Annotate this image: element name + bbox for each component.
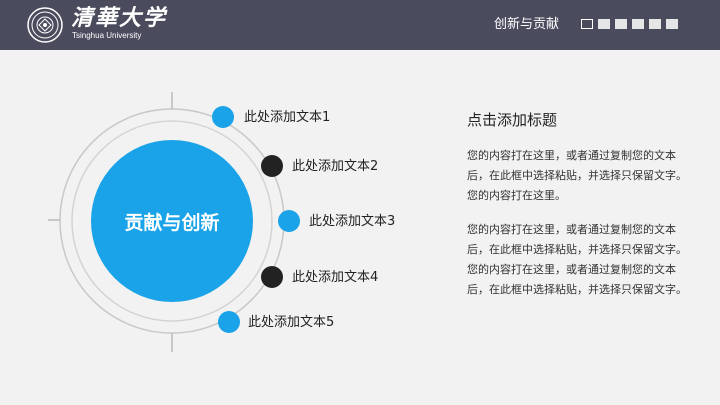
content-paragraph-2: 您的内容打在这里，或者通过复制您的文本后，在此框中选择粘贴，并选择只保留文字。您… [467,223,687,296]
item-label-4: 此处添加文本4 [292,270,379,285]
progress-square [598,19,610,29]
item-dot-3 [278,210,300,232]
item-dot-4 [261,266,283,288]
item-dot-2 [261,155,283,177]
content-title: 点击添加标题 [467,111,558,129]
section-title: 创新与贡献 [494,17,560,32]
tsinghua-seal-icon [27,7,63,43]
item-dot-1 [212,106,234,128]
progress-square [632,19,644,29]
content-paragraph-1: 您的内容打在这里，或者通过复制您的文本后，在此框中选择粘贴，并选择只保留文字。您… [467,149,687,202]
logo-chinese-name: 清華大学 [71,5,168,31]
center-label: 贡献与创新 [124,211,219,234]
progress-square [649,19,661,29]
slide-progress-indicator [581,19,683,29]
header-bar: 清華大学 Tsinghua University 创新与贡献 [0,0,720,50]
progress-square [581,19,593,29]
item-label-3: 此处添加文本3 [309,214,396,229]
item-label-1: 此处添加文本1 [244,110,331,125]
logo-english-name: Tsinghua University [72,31,142,40]
item-label-5: 此处添加文本5 [248,315,335,330]
progress-square [615,19,627,29]
item-dot-5 [218,311,240,333]
progress-square [666,19,678,29]
item-label-2: 此处添加文本2 [292,159,379,174]
